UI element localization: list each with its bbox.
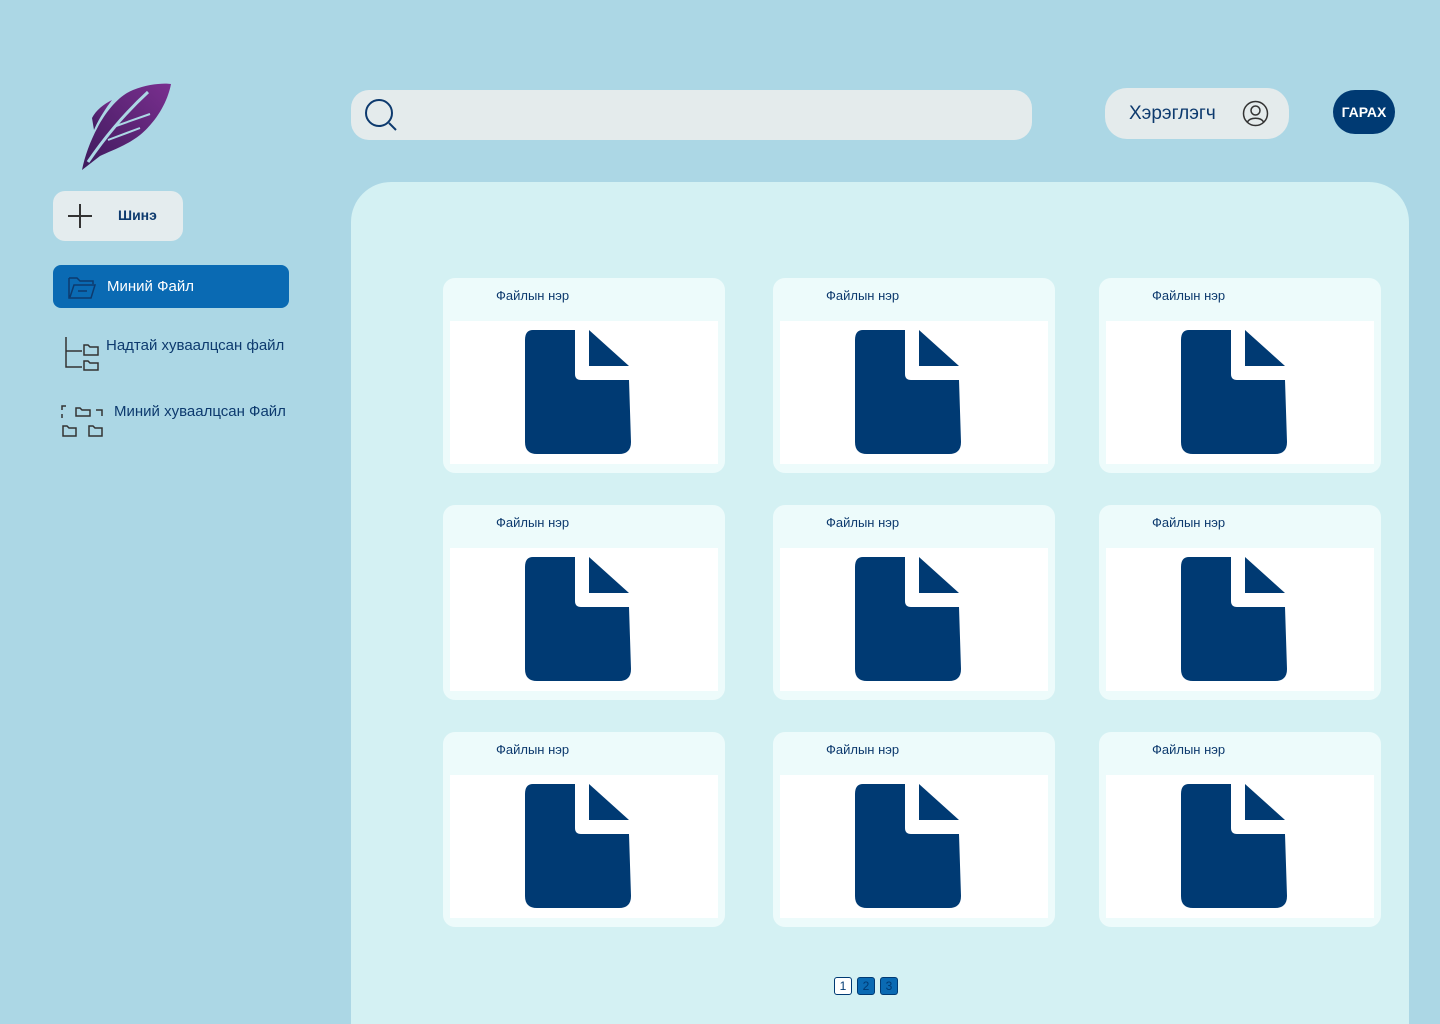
shared-folders-icon xyxy=(61,405,103,437)
file-card[interactable]: Файлын нэр xyxy=(443,732,725,927)
file-preview xyxy=(450,321,718,464)
file-preview xyxy=(780,548,1048,691)
user-label: Хэрэглэгч xyxy=(1129,103,1216,124)
file-name: Файлын нэр xyxy=(1152,742,1226,757)
user-avatar-icon xyxy=(1242,100,1269,127)
file-icon xyxy=(525,557,631,681)
user-menu-button[interactable]: Хэрэглэгч xyxy=(1105,88,1289,139)
file-icon xyxy=(855,330,961,454)
sidebar-item-label: Миний хуваалцсан Файл xyxy=(114,403,286,420)
file-preview xyxy=(450,548,718,691)
file-icon xyxy=(525,784,631,908)
file-icon xyxy=(855,557,961,681)
file-preview xyxy=(450,775,718,918)
file-preview xyxy=(780,321,1048,464)
file-grid-panel: Файлын нэр Файлын нэр Файлын нэр Файлын нэр… xyxy=(351,182,1409,1024)
file-icon xyxy=(525,330,631,454)
pagination: 1 2 3 xyxy=(834,977,898,995)
file-card[interactable]: Файлын нэр xyxy=(443,278,725,473)
new-button[interactable]: Шинэ xyxy=(53,191,183,241)
file-preview xyxy=(1106,775,1374,918)
sidebar-item-label: Миний Файл xyxy=(107,278,194,295)
search-icon[interactable] xyxy=(363,97,399,133)
file-icon xyxy=(1181,784,1287,908)
file-preview xyxy=(1106,321,1374,464)
file-name: Файлын нэр xyxy=(1152,515,1226,530)
page-button-2[interactable]: 2 xyxy=(857,977,875,995)
search-bar xyxy=(351,90,1032,140)
sidebar-item-label: Надтай хуваалцсан файл xyxy=(106,337,285,354)
file-name: Файлын нэр xyxy=(826,742,900,757)
file-preview xyxy=(780,775,1048,918)
logout-button[interactable]: ГАРАХ xyxy=(1333,90,1395,134)
file-card[interactable]: Файлын нэр xyxy=(1099,732,1381,927)
file-card[interactable]: Файлын нэр xyxy=(773,732,1055,927)
sidebar-item-my-files[interactable]: Миний Файл xyxy=(53,265,289,308)
sidebar-item-shared-with-me[interactable]: Надтай хуваалцсан файл xyxy=(60,333,300,377)
file-name: Файлын нэр xyxy=(826,515,900,530)
file-icon xyxy=(855,784,961,908)
file-name: Файлын нэр xyxy=(1152,288,1226,303)
file-name: Файлын нэр xyxy=(826,288,900,303)
page-button-3[interactable]: 3 xyxy=(880,977,898,995)
file-name: Файлын нэр xyxy=(496,288,570,303)
file-card[interactable]: Файлын нэр xyxy=(773,505,1055,700)
folder-open-icon xyxy=(68,277,97,299)
file-name: Файлын нэр xyxy=(496,742,570,757)
file-name: Файлын нэр xyxy=(496,515,570,530)
new-button-label: Шинэ xyxy=(118,207,157,223)
file-icon xyxy=(1181,557,1287,681)
file-card[interactable]: Файлын нэр xyxy=(1099,278,1381,473)
file-card[interactable]: Файлын нэр xyxy=(443,505,725,700)
file-icon xyxy=(1181,330,1287,454)
search-input[interactable] xyxy=(409,100,1009,130)
file-preview xyxy=(1106,548,1374,691)
file-card[interactable]: Файлын нэр xyxy=(1099,505,1381,700)
page-button-1[interactable]: 1 xyxy=(834,977,852,995)
feather-logo-icon xyxy=(82,83,171,170)
sidebar-item-my-shared[interactable]: Миний хуваалцсан Файл xyxy=(58,400,298,444)
file-card[interactable]: Файлын нэр xyxy=(773,278,1055,473)
plus-icon xyxy=(68,204,92,228)
folder-tree-icon xyxy=(65,337,99,371)
